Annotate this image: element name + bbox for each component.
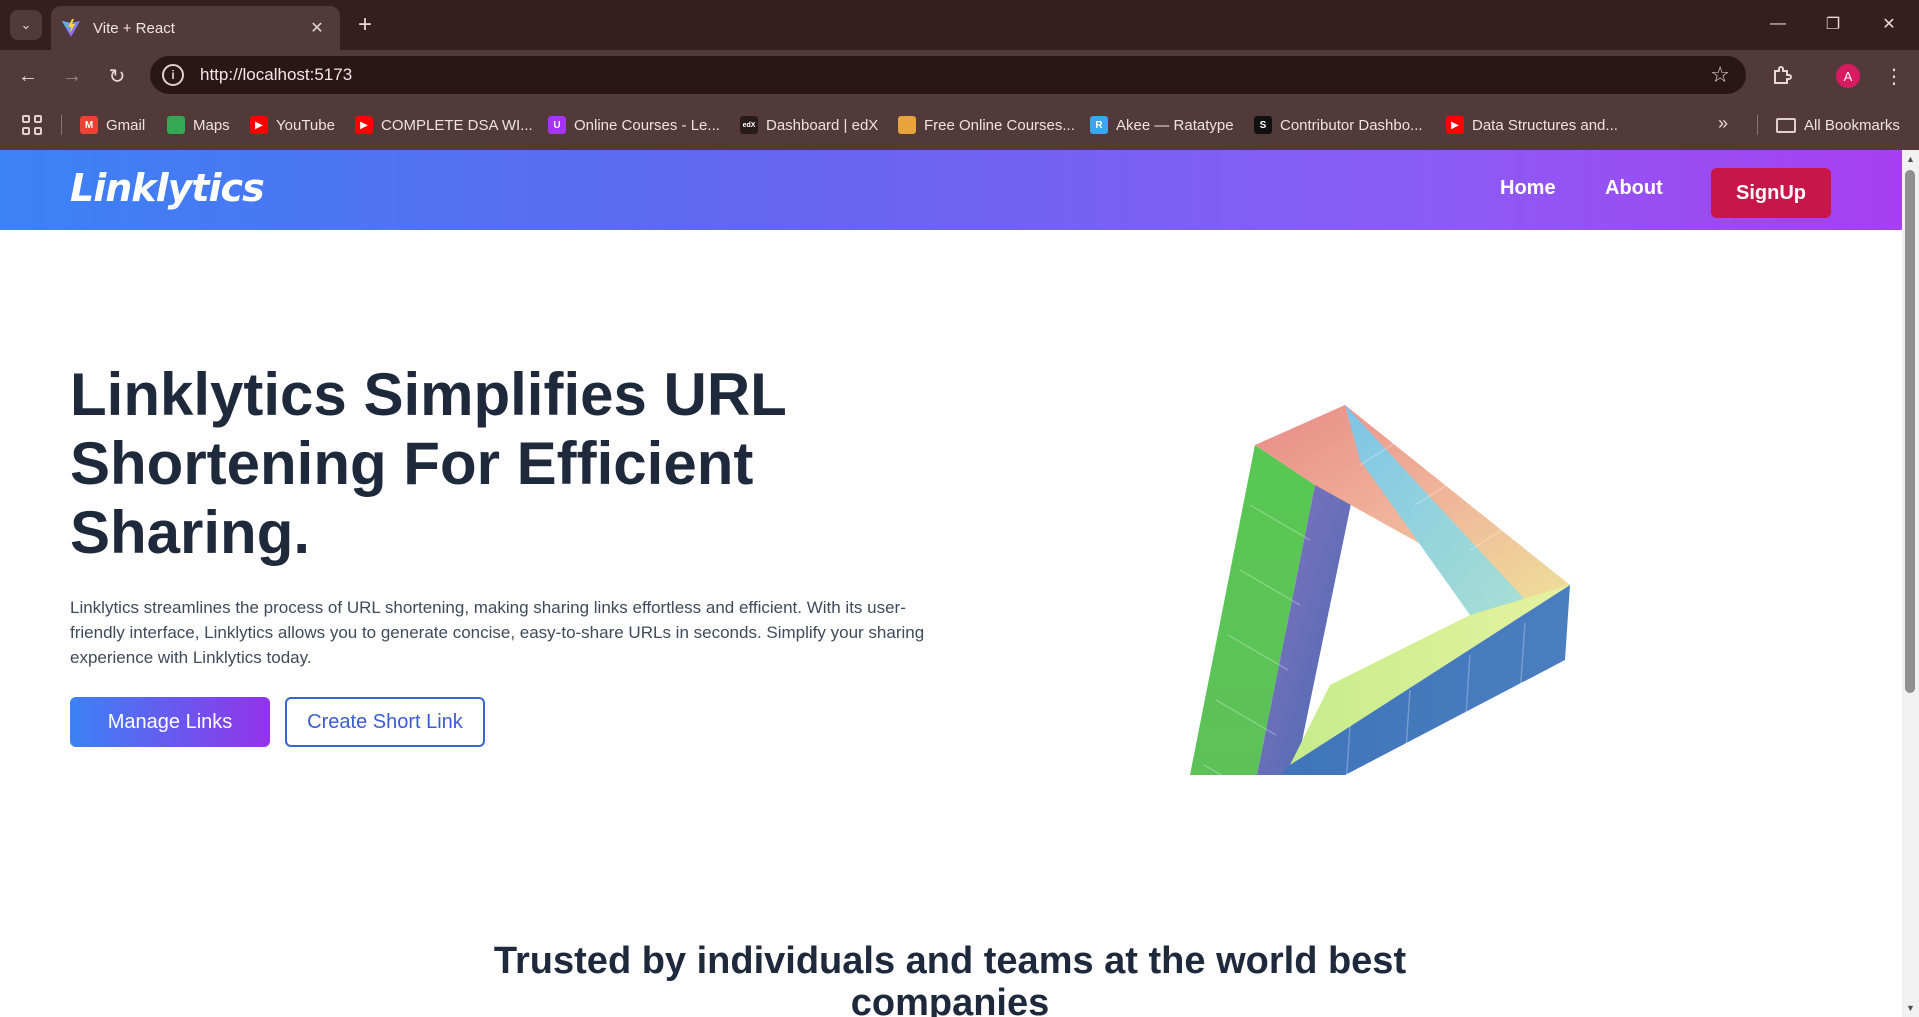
- minimize-button[interactable]: —: [1755, 9, 1801, 39]
- hero-title: Linklytics Simplifies URL Shortening For…: [70, 361, 786, 566]
- contributor-icon: S: [1254, 116, 1272, 134]
- youtube-icon: ▶: [1446, 116, 1464, 134]
- edx-icon: edX: [740, 116, 758, 134]
- udemy-icon: U: [548, 116, 566, 134]
- reload-icon: ↻: [108, 65, 126, 88]
- bookmark-label: YouTube: [276, 116, 335, 134]
- tab-title: Vite + React: [93, 19, 175, 37]
- page-scrollbar[interactable]: ▲ ▼: [1902, 150, 1919, 1017]
- bookmark-item[interactable]: ▶ YouTube: [250, 113, 335, 137]
- site-navbar: Linklytics Home About SignUp: [0, 150, 1902, 230]
- puzzle-icon: [1774, 66, 1792, 84]
- youtube-icon: ▶: [355, 116, 373, 134]
- restore-button[interactable]: ❐: [1810, 9, 1856, 39]
- close-window-button[interactable]: ✕: [1866, 9, 1912, 39]
- bookmark-item[interactable]: U Online Courses - Le...: [548, 113, 720, 137]
- bookmark-item[interactable]: R Akee — Ratatype: [1090, 113, 1234, 137]
- bookmark-item[interactable]: ▶ COMPLETE DSA WI...: [355, 113, 533, 137]
- bookmark-label: Contributor Dashbo...: [1280, 116, 1423, 134]
- bookmarks-divider: [1757, 115, 1758, 135]
- signup-button[interactable]: SignUp: [1711, 168, 1831, 218]
- back-button[interactable]: ←: [12, 60, 44, 92]
- apps-grid-icon[interactable]: [22, 115, 42, 135]
- bookmark-item[interactable]: Free Online Courses...: [898, 113, 1075, 137]
- vite-icon: [62, 19, 80, 37]
- nav-about-link[interactable]: About: [1605, 177, 1663, 200]
- bookmark-item[interactable]: Maps: [167, 113, 230, 137]
- new-tab-button[interactable]: +: [350, 10, 380, 40]
- profile-avatar[interactable]: A: [1836, 64, 1860, 88]
- nav-home-link[interactable]: Home: [1500, 177, 1556, 200]
- ratatype-icon: R: [1090, 116, 1108, 134]
- extensions-button[interactable]: [1766, 60, 1798, 92]
- scroll-down-icon[interactable]: ▼: [1906, 1003, 1915, 1013]
- bookmark-item[interactable]: ▶ Data Structures and...: [1446, 113, 1618, 137]
- bookmark-label: COMPLETE DSA WI...: [381, 116, 533, 134]
- menu-button[interactable]: ⋮: [1878, 60, 1910, 92]
- bookmark-label: Dashboard | edX: [766, 116, 879, 134]
- bookmarks-divider: [61, 115, 62, 135]
- impossible-triangle-illustration: [1190, 405, 1570, 775]
- all-bookmarks-button[interactable]: All Bookmarks: [1776, 113, 1900, 137]
- active-tab[interactable]: Vite + React ✕: [51, 6, 340, 50]
- bookmarks-bar: M Gmail Maps ▶ YouTube ▶ COMPLETE DSA WI... U On…: [0, 100, 1919, 150]
- close-icon: ✕: [1882, 16, 1896, 33]
- folder-icon: [1776, 117, 1796, 133]
- maps-icon: [167, 116, 185, 134]
- bookmark-item[interactable]: edX Dashboard | edX: [740, 113, 878, 137]
- browser-toolbar: ← → ↻ i http://localhost:5173 ☆ ⋮: [0, 50, 1919, 100]
- more-bookmarks-icon[interactable]: »: [1718, 113, 1728, 134]
- bookmark-item[interactable]: M Gmail: [80, 113, 145, 137]
- arrow-right-icon: →: [62, 64, 82, 87]
- create-short-link-button[interactable]: Create Short Link: [285, 697, 485, 747]
- restore-icon: ❐: [1825, 16, 1841, 33]
- hero-description: Linklytics streamlines the process of UR…: [70, 598, 925, 667]
- arrow-left-icon: ←: [18, 64, 38, 87]
- all-bookmarks-label: All Bookmarks: [1804, 116, 1900, 134]
- youtube-icon: ▶: [250, 116, 268, 134]
- scroll-up-icon[interactable]: ▲: [1906, 154, 1915, 164]
- plus-icon: +: [357, 11, 372, 38]
- tab-search-button[interactable]: ⌄: [10, 10, 42, 40]
- bookmark-label: Free Online Courses...: [924, 116, 1075, 134]
- trusted-heading: Trusted by individuals and teams at the …: [493, 940, 1407, 1017]
- scroll-thumb[interactable]: [1905, 170, 1915, 693]
- url-text[interactable]: http://localhost:5173: [200, 65, 1710, 85]
- star-icon[interactable]: ☆: [1710, 62, 1730, 88]
- bookmark-label: Online Courses - Le...: [574, 116, 720, 134]
- chevron-down-icon: ⌄: [20, 17, 32, 32]
- minimize-icon: —: [1770, 15, 1786, 32]
- bookmark-label: Data Structures and...: [1472, 116, 1618, 134]
- gmail-icon: M: [80, 116, 98, 134]
- close-tab-icon[interactable]: ✕: [306, 17, 328, 39]
- coursera-icon: [898, 116, 916, 134]
- page-viewport: Linklytics Home About SignUp Linklytics …: [0, 150, 1902, 1017]
- bookmark-label: Akee — Ratatype: [1116, 116, 1234, 134]
- bookmark-label: Gmail: [106, 116, 146, 134]
- kebab-menu-icon: ⋮: [1884, 65, 1904, 88]
- forward-button[interactable]: →: [56, 60, 88, 92]
- bookmark-label: Maps: [193, 116, 230, 134]
- manage-links-button[interactable]: Manage Links: [70, 697, 270, 747]
- address-bar[interactable]: i http://localhost:5173 ☆: [150, 56, 1746, 94]
- site-logo[interactable]: Linklytics: [70, 166, 265, 210]
- tab-strip: ⌄ Vite + React ✕ + — ❐ ✕: [0, 0, 1919, 50]
- site-info-icon[interactable]: i: [162, 64, 184, 86]
- reload-button[interactable]: ↻: [101, 60, 133, 92]
- bookmark-item[interactable]: S Contributor Dashbo...: [1254, 113, 1423, 137]
